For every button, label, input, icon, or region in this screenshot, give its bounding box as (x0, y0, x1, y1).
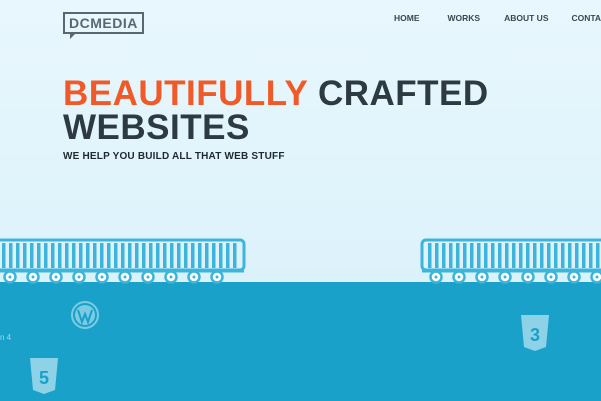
right-train (420, 238, 601, 284)
nav-works[interactable]: WORKS (448, 13, 481, 23)
train-slat (512, 243, 516, 268)
train-slat (456, 243, 460, 268)
html5-icon: 5 (30, 358, 58, 394)
train-wheel-hub (54, 275, 58, 279)
train-slat (561, 243, 565, 268)
html5-number: 5 (39, 368, 49, 388)
train-slat (233, 243, 237, 268)
train-slat (470, 243, 474, 268)
train-wheel-hub (77, 275, 81, 279)
train-slat (58, 243, 62, 268)
train-slat (205, 243, 209, 268)
cut-off-caption: n 4 (0, 333, 12, 342)
train-slat (100, 243, 104, 268)
train-slat (477, 243, 481, 268)
train-slat (107, 243, 111, 268)
train-slat (135, 243, 139, 268)
train-slat (37, 243, 41, 268)
train-slat (491, 243, 495, 268)
train-slat (44, 243, 48, 268)
logo-text: DCMEDIA (63, 12, 144, 39)
train-slat (435, 243, 439, 268)
train-slat (540, 243, 544, 268)
train-slat (128, 243, 132, 268)
train-slat (191, 243, 195, 268)
train-slat (198, 243, 202, 268)
train-slat (212, 243, 216, 268)
nav-about-us[interactable]: ABOUT US (504, 13, 548, 23)
train-slat (149, 243, 153, 268)
train-wheel-hub (192, 275, 196, 279)
train-slat (596, 243, 600, 268)
train-wheel-hub (215, 275, 219, 279)
train-slat (65, 243, 69, 268)
train-wheel-hub (503, 275, 507, 279)
train-slat (226, 243, 230, 268)
train-wheel-hub (8, 275, 12, 279)
train-slat (428, 243, 432, 268)
css3-icon: 3 (521, 315, 549, 351)
train-wheel-hub (526, 275, 530, 279)
train-slat (23, 243, 27, 268)
train-slat (449, 243, 453, 268)
train-slat (498, 243, 502, 268)
train-slat (170, 243, 174, 268)
train-slat (554, 243, 558, 268)
train-slat (533, 243, 537, 268)
train-slat (547, 243, 551, 268)
hero-headline: BEAUTIFULLY CRAFTED WEBSITES (63, 74, 489, 147)
train-wheel-hub (457, 275, 461, 279)
train-slat (484, 243, 488, 268)
train-slat (177, 243, 181, 268)
train-slat (9, 243, 13, 268)
wordpress-icon (71, 301, 99, 329)
train-wheel-hub (480, 275, 484, 279)
train-slat (463, 243, 467, 268)
train-wheel-hub (123, 275, 127, 279)
left-train (0, 238, 246, 284)
train-wheel-hub (31, 275, 35, 279)
train-wheel-hub (549, 275, 553, 279)
css3-number: 3 (530, 325, 540, 345)
train-slat (568, 243, 572, 268)
train-slat (79, 243, 83, 268)
train-slat (114, 243, 118, 268)
main-nav: HOME WORKS ABOUT US CONTACTS (394, 13, 601, 23)
logo[interactable]: DCMEDIA (63, 12, 144, 39)
train-slat (526, 243, 530, 268)
train-slat (86, 243, 90, 268)
train-slat (156, 243, 160, 268)
train-slat (519, 243, 523, 268)
train-wheel-hub (595, 275, 599, 279)
train-slat (16, 243, 20, 268)
train-slat (93, 243, 97, 268)
train-slat (219, 243, 223, 268)
train-slat (575, 243, 579, 268)
train-wheel-hub (169, 275, 173, 279)
train-wheel-hub (146, 275, 150, 279)
train-slat (589, 243, 593, 268)
train-slat (30, 243, 34, 268)
train-wheel-hub (100, 275, 104, 279)
train-wheel-hub (572, 275, 576, 279)
train-slat (184, 243, 188, 268)
hero: BEAUTIFULLY CRAFTED WEBSITES WE HELP YOU… (63, 74, 489, 162)
train-slat (582, 243, 586, 268)
train-slat (505, 243, 509, 268)
train-slat (51, 243, 55, 268)
train-slat (163, 243, 167, 268)
train-wheel-hub (434, 275, 438, 279)
headline-line2: WEBSITES (63, 108, 250, 147)
nav-home[interactable]: HOME (394, 13, 420, 23)
nav-contacts[interactable]: CONTACTS (571, 13, 601, 23)
train-slat (2, 243, 6, 268)
train-slat (121, 243, 125, 268)
train-slat (442, 243, 446, 268)
train-slat (72, 243, 76, 268)
train-slat (142, 243, 146, 268)
hero-tagline: WE HELP YOU BUILD ALL THAT WEB STUFF (63, 151, 285, 162)
headline-rest: CRAFTED (317, 74, 489, 113)
